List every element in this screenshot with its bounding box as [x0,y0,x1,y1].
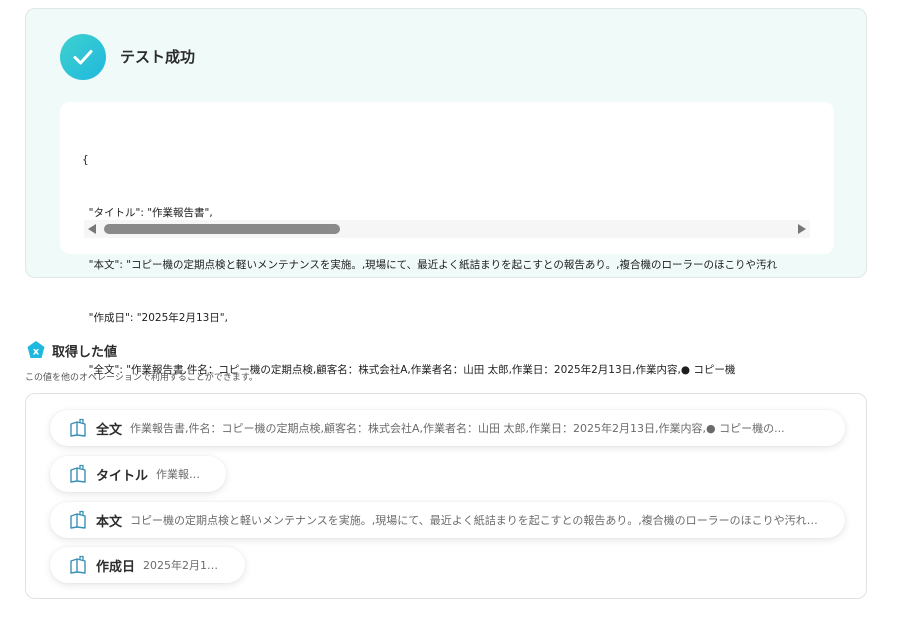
acquired-values-header: x 取得した値 [26,340,117,360]
chip-label: 本文 [96,514,123,530]
value-chip-created-date[interactable]: 作成日 2025年2月13日 [50,547,245,583]
book-icon [70,418,86,437]
value-chip-title[interactable]: タイトル 作業報告書 [50,456,226,492]
json-line: "作成日": "2025年2月13日", [82,311,228,324]
success-title: テスト成功 [120,48,196,66]
test-success-panel: テスト成功 { "タイトル": "作業報告書", "本文": "コピー機の定期点… [25,8,867,429]
acquired-values-subtitle: この値を他のオペレーションで利用することができます。 [25,373,258,383]
chip-value: コピー機の定期点検と軽いメンテナンスを実施。,現場にて、最近よく紙詰まりを起こす… [130,514,823,527]
chip-label: 全文 [96,422,123,438]
chip-label: タイトル [96,468,149,484]
svg-text:x: x [33,347,40,358]
json-line: "本文": "コピー機の定期点検と軽いメンテナンスを実施。,現場にて、最近よく紙… [82,259,777,271]
page: テスト成功 { "タイトル": "作業報告書", "本文": "コピー機の定期点… [0,0,922,632]
scroll-right-arrow-icon[interactable] [798,224,806,234]
json-line: { [82,154,89,166]
chip-label: 作成日 [96,559,136,575]
check-icon [60,34,106,80]
chip-value: 作業報告書 [156,468,204,481]
x-variable-icon: x [26,340,46,360]
scroll-left-arrow-icon[interactable] [88,224,96,234]
book-icon [70,510,86,529]
value-chip-body[interactable]: 本文 コピー機の定期点検と軽いメンテナンスを実施。,現場にて、最近よく紙詰まりを… [50,502,845,538]
acquired-values-panel: 全文 作業報告書,件名：コピー機の定期点検,顧客名：株式会社A,作業者名：山田 … [25,393,867,599]
book-icon [70,464,86,483]
value-chip-full-text[interactable]: 全文 作業報告書,件名：コピー機の定期点検,顧客名：株式会社A,作業者名：山田 … [50,410,845,446]
chip-value: 2025年2月13日 [143,559,223,572]
chip-value: 作業報告書,件名：コピー機の定期点検,顧客名：株式会社A,作業者名：山田 太郎,… [130,422,785,435]
scrollbar-thumb[interactable] [104,224,340,234]
horizontal-scrollbar[interactable] [84,220,810,238]
acquired-values-title: 取得した値 [52,344,118,360]
json-output-box: { "タイトル": "作業報告書", "本文": "コピー機の定期点検と軽いメン… [60,102,834,429]
book-icon [70,555,86,574]
